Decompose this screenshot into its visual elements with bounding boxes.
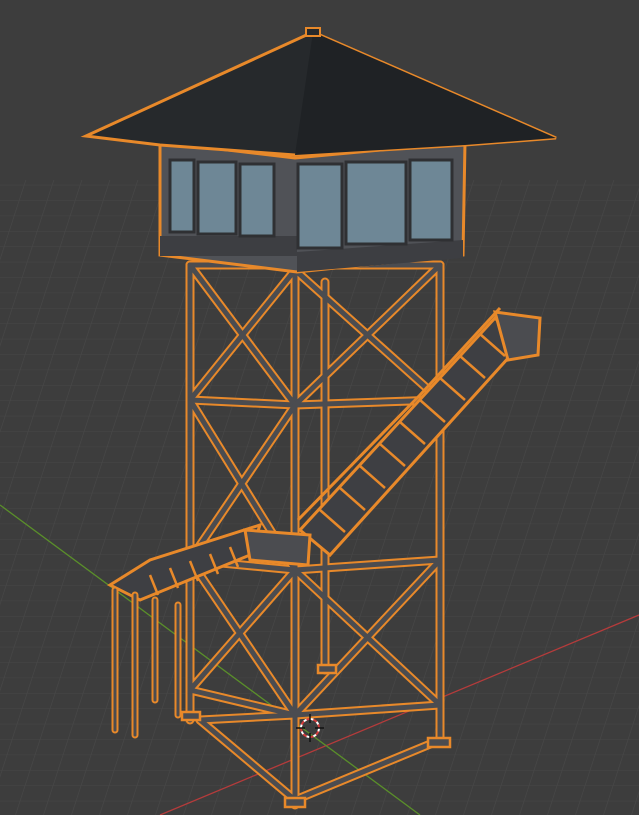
tower-roof: [80, 27, 557, 157]
cabin-windows-left: [168, 158, 276, 238]
3d-viewport[interactable]: [0, 0, 639, 815]
cabin-windows-right: [296, 158, 454, 250]
lookout-cabin: [158, 140, 467, 274]
